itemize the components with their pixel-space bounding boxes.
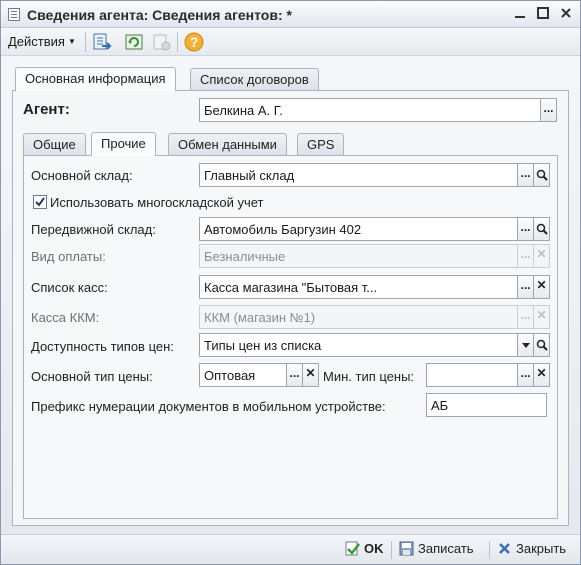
bottom-bar: OK Записать Закрыть — [1, 534, 580, 564]
mobile-warehouse-field[interactable]: Автомобиль Баргузин 402 — [199, 217, 518, 241]
kkm-clear-button: ✕ — [533, 305, 550, 329]
main-price-type-label: Основной тип цены: — [31, 369, 153, 384]
mobile-warehouse-open-button[interactable] — [533, 217, 550, 241]
save-close-icon[interactable] — [92, 32, 112, 52]
minimize-button[interactable] — [512, 6, 528, 22]
price-types-dropdown-button[interactable] — [517, 333, 534, 357]
payment-type-clear-button: ✕ — [533, 244, 550, 268]
tab-main-info[interactable]: Основная информация — [15, 67, 176, 91]
floppy-disk-icon — [399, 541, 414, 556]
chevron-down-icon — [521, 343, 530, 348]
title-bar: Сведения агента: Сведения агентов: * — [1, 1, 580, 28]
price-types-access-label: Доступность типов цен: — [31, 339, 174, 354]
main-warehouse-select-button[interactable]: ... — [517, 163, 534, 187]
kkm-field: ККМ (магазин №1) — [199, 305, 518, 329]
minimize-icon — [515, 16, 525, 18]
main-warehouse-field[interactable]: Главный склад — [199, 163, 518, 187]
settings-disabled-icon[interactable] — [152, 32, 172, 52]
magnifier-icon — [536, 169, 548, 181]
cash-list-field[interactable]: Касса магазина "Бытовая т... — [199, 275, 518, 299]
bottom-separator — [489, 541, 490, 559]
min-price-type-select-button[interactable]: ... — [517, 363, 534, 387]
refresh-icon[interactable] — [124, 32, 144, 52]
multi-warehouse-label: Использовать многоскладской учет — [50, 195, 264, 210]
ok-button[interactable]: OK — [345, 541, 384, 556]
toolbar-separator — [177, 32, 178, 52]
payment-type-select-button: ... — [517, 244, 534, 268]
main-warehouse-open-button[interactable] — [533, 163, 550, 187]
checkmark-icon — [35, 197, 45, 207]
multi-warehouse-checkbox[interactable] — [33, 195, 47, 209]
agent-select-button[interactable]: ... — [540, 98, 557, 122]
price-types-open-button[interactable] — [533, 333, 550, 357]
tab-contract-list[interactable]: Список договоров — [190, 68, 319, 90]
save-button[interactable]: Записать — [399, 541, 474, 556]
save-label: Записать — [418, 541, 474, 556]
min-price-type-clear-button[interactable]: ✕ — [533, 363, 550, 387]
min-price-type-label: Мин. тип цены: — [323, 369, 415, 384]
ok-check-icon — [345, 541, 360, 556]
actions-menu[interactable]: Действия ▼ — [8, 34, 76, 49]
mobile-warehouse-select-button[interactable]: ... — [517, 217, 534, 241]
close-label: Закрыть — [516, 541, 567, 556]
document-icon — [8, 8, 20, 21]
mobile-warehouse-label: Передвижной склад: — [31, 222, 156, 237]
main-price-type-clear-button[interactable]: ✕ — [302, 363, 319, 387]
maximize-icon — [537, 7, 549, 19]
ok-label: OK — [364, 541, 384, 556]
main-price-type-field[interactable]: Оптовая — [199, 363, 287, 387]
cash-list-clear-button[interactable]: ✕ — [533, 275, 550, 299]
tab-other[interactable]: Прочие — [91, 132, 156, 156]
window-title: Сведения агента: Сведения агентов: * — [27, 7, 292, 23]
svg-text:?: ? — [190, 34, 199, 50]
kkm-select-button: ... — [517, 305, 534, 329]
dropdown-caret-icon: ▼ — [67, 37, 76, 46]
doc-prefix-label: Префикс нумерации документов в мобильном… — [31, 399, 386, 414]
magnifier-icon — [536, 223, 548, 235]
help-icon[interactable]: ? — [184, 32, 204, 52]
tab-gps[interactable]: GPS — [297, 133, 345, 155]
maximize-button[interactable] — [535, 6, 551, 22]
actions-label: Действия — [8, 34, 65, 49]
doc-prefix-field[interactable]: АБ — [426, 393, 547, 417]
main-warehouse-label: Основной склад: — [31, 168, 133, 183]
min-price-type-field[interactable] — [426, 363, 518, 387]
toolbar: Действия ▼ ? — [1, 28, 580, 56]
close-window-button[interactable] — [558, 6, 574, 22]
close-button[interactable]: Закрыть — [497, 541, 566, 556]
close-x-icon — [497, 541, 512, 556]
agent-label: Агент: — [23, 101, 70, 118]
toolbar-separator — [85, 32, 86, 52]
tab-general[interactable]: Общие — [23, 133, 86, 155]
payment-type-field: Безналичные — [199, 244, 518, 268]
payment-type-label: Вид оплаты: — [31, 249, 106, 264]
tab-data-exchange[interactable]: Обмен данными — [168, 133, 287, 155]
agent-field[interactable]: Белкина А. Г. — [199, 98, 541, 122]
cash-list-label: Список касс: — [31, 280, 108, 295]
main-price-type-select-button[interactable]: ... — [286, 363, 303, 387]
magnifier-icon — [536, 339, 548, 351]
price-types-access-select[interactable]: Типы цен из списка — [199, 333, 518, 357]
close-icon — [561, 8, 571, 18]
agent-window: Сведения агента: Сведения агентов: * Дей… — [0, 0, 581, 565]
cash-list-select-button[interactable]: ... — [517, 275, 534, 299]
bottom-separator — [391, 541, 392, 559]
kkm-label: Касса ККМ: — [31, 310, 100, 325]
